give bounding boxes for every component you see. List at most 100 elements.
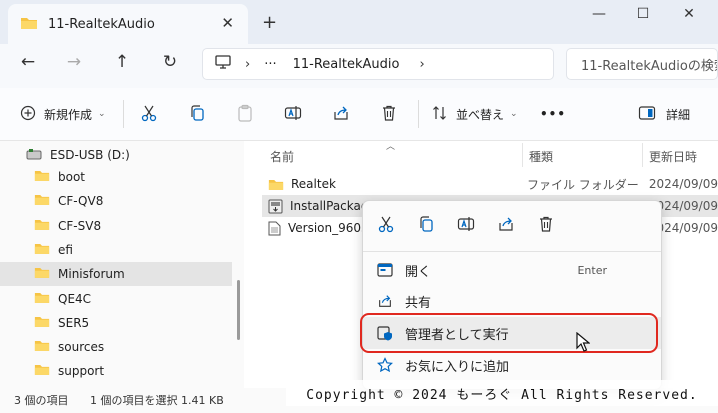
- column-header-name[interactable]: 名前: [270, 148, 294, 165]
- chevron-right-icon[interactable]: ›: [245, 57, 250, 72]
- scissors-icon[interactable]: [377, 215, 395, 236]
- sidebar-item-label: SER5: [58, 315, 90, 330]
- address-bar[interactable]: › ··· 11-RealtekAudio ›: [202, 48, 554, 80]
- menu-item-label: 開く: [405, 264, 432, 280]
- folder-icon: [34, 363, 50, 379]
- sidebar-item-folder[interactable]: Minisforum: [0, 262, 232, 287]
- breadcrumb-more[interactable]: ···: [264, 57, 276, 72]
- paste-button[interactable]: [236, 104, 254, 124]
- clipboard-icon: [236, 104, 254, 125]
- trash-icon: [380, 104, 398, 125]
- sort-button-label: 並べ替え: [456, 107, 505, 122]
- text-file-icon: [268, 221, 281, 236]
- sidebar-item-drive[interactable]: ESD-USB (D:): [0, 143, 232, 167]
- context-menu: 開く Enter 共有 管理者として実行 お気に入りに追加: [362, 200, 662, 390]
- close-window-button[interactable]: ✕: [674, 6, 704, 22]
- sidebar-item-folder[interactable]: efi: [0, 238, 232, 262]
- file-row[interactable]: Realtek ファイル フォルダー 2024/09/09: [262, 173, 718, 195]
- divider: [418, 100, 419, 128]
- sidebar-item-folder[interactable]: CF-SV8: [0, 214, 232, 238]
- new-tab-button[interactable]: +: [262, 12, 277, 33]
- folder-icon: [34, 266, 50, 282]
- sidebar-item-label: QE4C: [58, 291, 92, 306]
- sort-button[interactable]: 並べ替え ⌄: [432, 104, 518, 124]
- file-date: 2024/09/09: [648, 177, 718, 191]
- scissors-icon: [140, 104, 158, 125]
- search-input[interactable]: 11-RealtekAudioの検索: [566, 48, 718, 80]
- minimize-button[interactable]: —: [584, 6, 614, 22]
- chevron-down-icon: ⌄: [510, 109, 518, 119]
- forward-arrow-icon[interactable]: →: [60, 52, 88, 72]
- folder-icon: [34, 193, 50, 209]
- folder-icon: [34, 291, 50, 307]
- new-button-label: 新規作成: [44, 107, 93, 122]
- rename-icon: [284, 104, 302, 125]
- copy-icon[interactable]: [417, 215, 435, 236]
- folder-icon: [34, 242, 50, 258]
- sidebar-item-folder[interactable]: CF-QV8: [0, 189, 232, 213]
- refresh-icon[interactable]: ↻: [156, 52, 184, 72]
- back-arrow-icon[interactable]: ←: [14, 52, 42, 72]
- column-header-type[interactable]: 種類: [529, 148, 553, 165]
- sidebar-scrollbar[interactable]: [237, 280, 240, 340]
- search-placeholder: 11-RealtekAudioの検索: [581, 58, 718, 74]
- delete-button[interactable]: [380, 104, 398, 124]
- folder-icon: [34, 169, 50, 185]
- sidebar-item-label: ESD-USB (D:): [50, 148, 130, 162]
- menu-item-open[interactable]: 開く Enter: [363, 254, 661, 286]
- sidebar-item-label: CF-SV8: [58, 218, 102, 233]
- share-icon: [332, 104, 350, 125]
- copy-icon: [188, 104, 206, 125]
- column-header-date[interactable]: 更新日時: [649, 148, 697, 165]
- share-icon[interactable]: [497, 215, 515, 236]
- sidebar-item-label: support: [58, 364, 105, 379]
- open-window-icon: [375, 263, 395, 277]
- trash-icon[interactable]: [537, 215, 555, 236]
- details-button-label: 詳細: [666, 107, 691, 122]
- tab-close-icon[interactable]: ✕: [221, 14, 234, 32]
- rename-button[interactable]: [284, 104, 302, 124]
- cut-button[interactable]: [140, 104, 158, 124]
- sidebar-item-label: Minisforum: [58, 267, 125, 282]
- folder-icon: [268, 178, 284, 191]
- sidebar-item-folder[interactable]: sources: [0, 335, 232, 359]
- tab-title: 11-RealtekAudio: [48, 16, 155, 32]
- star-icon: [375, 357, 395, 373]
- details-pane-icon: [638, 105, 656, 124]
- folder-icon: [34, 315, 50, 331]
- sidebar-item-label: sources: [58, 340, 105, 355]
- sidebar-item-folder[interactable]: boot: [0, 165, 232, 189]
- column-divider[interactable]: [642, 143, 643, 167]
- details-button[interactable]: 詳細: [638, 104, 690, 124]
- sidebar-item-folder[interactable]: SER5: [0, 311, 232, 335]
- maximize-button[interactable]: ☐: [628, 6, 658, 22]
- sort-icon: [432, 105, 448, 124]
- rename-icon[interactable]: [457, 215, 475, 236]
- up-arrow-icon[interactable]: ↑: [108, 52, 136, 72]
- chevron-right-icon[interactable]: ›: [419, 57, 424, 72]
- plus-circle-icon: [20, 105, 36, 124]
- sidebar-item-folder[interactable]: support: [0, 359, 232, 383]
- copy-button[interactable]: [188, 104, 206, 124]
- menu-item-add-favorite[interactable]: お気に入りに追加: [363, 349, 661, 381]
- tab-active[interactable]: 11-RealtekAudio ✕: [8, 4, 248, 44]
- highlight-annotation: [360, 313, 658, 353]
- sidebar-item-label: boot: [58, 170, 86, 184]
- sidebar-item-folder[interactable]: QE4C: [0, 287, 232, 311]
- context-menu-quick-actions: [363, 211, 661, 241]
- chevron-down-icon: ⌄: [98, 109, 106, 119]
- share-icon: [375, 293, 395, 309]
- menu-item-label: 共有: [405, 295, 432, 311]
- share-button[interactable]: [332, 104, 350, 124]
- file-type: ファイル フォルダー: [526, 177, 639, 192]
- column-divider[interactable]: [522, 143, 523, 167]
- menu-shortcut: Enter: [577, 263, 607, 277]
- menu-divider: [363, 251, 661, 252]
- new-button[interactable]: 新規作成 ⌄: [20, 104, 106, 124]
- status-item-count: 3 個の項目: [14, 394, 69, 407]
- mouse-cursor-icon: [576, 331, 591, 355]
- breadcrumb-current[interactable]: 11-RealtekAudio: [293, 57, 400, 72]
- folder-icon: [34, 339, 50, 355]
- sort-up-icon: ︿: [386, 142, 396, 152]
- more-options-button[interactable]: •••: [540, 104, 566, 124]
